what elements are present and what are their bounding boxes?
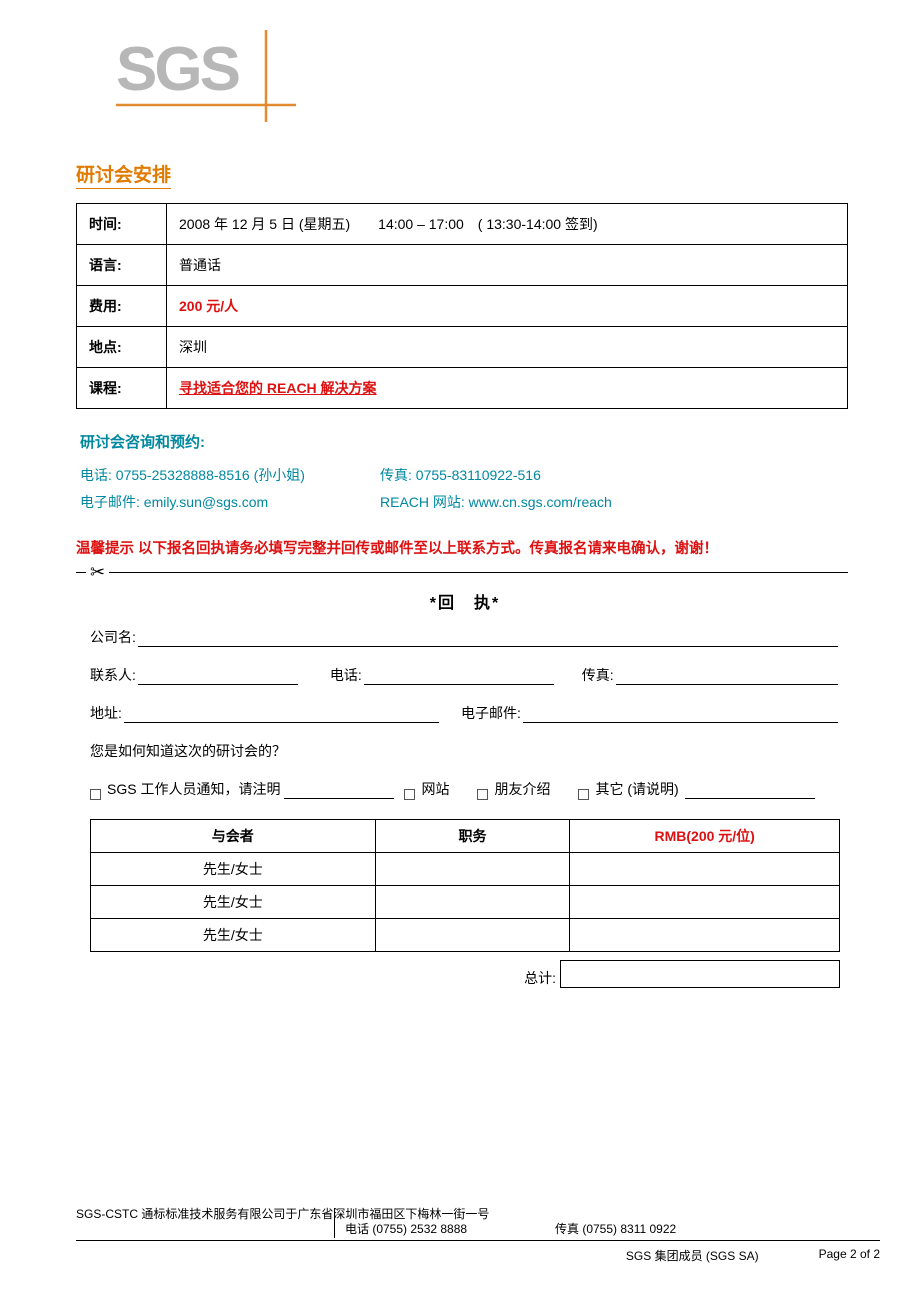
how-question: 您是如何知道这次的研讨会的？ — [90, 741, 840, 761]
contact-person-input[interactable] — [138, 669, 298, 685]
course-label: 课程: — [77, 368, 167, 409]
phone-label: 电话: — [330, 665, 362, 685]
fee-cell[interactable] — [570, 886, 840, 919]
salutation-cell[interactable]: 先生/女士 — [91, 853, 376, 886]
contact-block: 电话: 0755-25328888-8516 (孙小姐) 传真: 0755-83… — [80, 462, 848, 515]
opt-website: 网站 — [421, 779, 449, 799]
cut-line: ✂ — [76, 562, 848, 583]
contact-site: REACH 网站: www.cn.sgs.com/reach — [380, 489, 612, 516]
lang-value: 普通话 — [167, 245, 848, 286]
seminar-info-table: 时间: 2008 年 12 月 5 日 (星期五) 14:00 – 17:00 … — [76, 203, 848, 409]
checkbox-friend[interactable] — [477, 789, 488, 800]
company-input[interactable] — [138, 631, 838, 647]
loc-label: 地点: — [77, 327, 167, 368]
page-footer: SGS-CSTC 通标标准技术服务有限公司于广东省深圳市福田区下梅林一街一号 电… — [76, 1205, 880, 1264]
course-link[interactable]: 寻找适合您的 REACH 解决方案 — [179, 380, 377, 396]
checkbox-website[interactable] — [404, 789, 415, 800]
fee-label: 费用: — [77, 286, 167, 327]
salutation-cell[interactable]: 先生/女士 — [91, 919, 376, 952]
company-label: 公司名: — [90, 627, 136, 647]
fee-value: 200 元/人 — [167, 286, 848, 327]
table-row: 先生/女士 — [91, 853, 840, 886]
contact-title: 研讨会咨询和预约: — [80, 431, 848, 452]
footer-member: SGS 集团成员 (SGS SA) — [626, 1247, 759, 1264]
opt-sgs-staff: SGS 工作人员通知，请注明 — [107, 779, 280, 799]
reply-form: *回 执* 公司名: 联系人: 电话: 传真: 地址: 电子邮件: 您是如何知道… — [90, 589, 840, 988]
table-row: 先生/女士 — [91, 919, 840, 952]
email-label: 电子邮件: — [461, 703, 521, 723]
addr-label: 地址: — [90, 703, 122, 723]
section-title: 研讨会安排 — [76, 160, 171, 189]
checkbox-other[interactable] — [578, 789, 589, 800]
phone-input[interactable] — [364, 669, 554, 685]
checkbox-sgs-staff[interactable] — [90, 789, 101, 800]
contact-fax: 传真: 0755-83110922-516 — [380, 462, 541, 489]
fee-cell[interactable] — [570, 919, 840, 952]
sgs-staff-detail-input[interactable] — [284, 785, 394, 799]
footer-fax: 传真 (0755) 8311 0922 — [555, 1208, 676, 1237]
warning-text: 温馨提示 以下报名回执请务必填写完整并回传或邮件至以上联系方式。传真报名请来电确… — [76, 537, 848, 558]
sgs-logo: SGS — [116, 30, 848, 122]
col-title: 职务 — [375, 820, 570, 853]
contact-email: 电子邮件: emily.sun@sgs.com — [80, 489, 380, 516]
col-attendee: 与会者 — [91, 820, 376, 853]
contact-phone: 电话: 0755-25328888-8516 (孙小姐) — [80, 462, 380, 489]
opt-friend: 朋友介绍 — [494, 779, 550, 799]
email-input[interactable] — [523, 707, 838, 723]
footer-page: Page 2 of 2 — [819, 1247, 880, 1264]
col-fee: RMB(200 元/位) — [570, 820, 840, 853]
fax-label: 传真: — [582, 665, 614, 685]
scissor-icon: ✂ — [90, 562, 105, 583]
fee-cell[interactable] — [570, 853, 840, 886]
time-label: 时间: — [77, 204, 167, 245]
reply-title: *回 执* — [90, 589, 840, 613]
footer-phone: 电话 (0755) 2532 8888 — [345, 1208, 555, 1237]
title-cell[interactable] — [375, 919, 570, 952]
attendee-table: 与会者 职务 RMB(200 元/位) 先生/女士 先生/女士 先生/女士 — [90, 819, 840, 952]
contact-person-label: 联系人: — [90, 665, 136, 685]
time-value: 2008 年 12 月 5 日 (星期五) 14:00 – 17:00 ( 13… — [167, 204, 848, 245]
salutation-cell[interactable]: 先生/女士 — [91, 886, 376, 919]
total-input[interactable] — [560, 960, 840, 988]
title-cell[interactable] — [375, 886, 570, 919]
svg-text:SGS: SGS — [116, 35, 239, 104]
table-row: 先生/女士 — [91, 886, 840, 919]
other-detail-input[interactable] — [685, 785, 815, 799]
addr-input[interactable] — [124, 707, 439, 723]
opt-other: 其它 (请说明) — [595, 779, 678, 799]
title-cell[interactable] — [375, 853, 570, 886]
fax-input[interactable] — [616, 669, 838, 685]
lang-label: 语言: — [77, 245, 167, 286]
loc-value: 深圳 — [167, 327, 848, 368]
total-label: 总计: — [524, 968, 556, 988]
